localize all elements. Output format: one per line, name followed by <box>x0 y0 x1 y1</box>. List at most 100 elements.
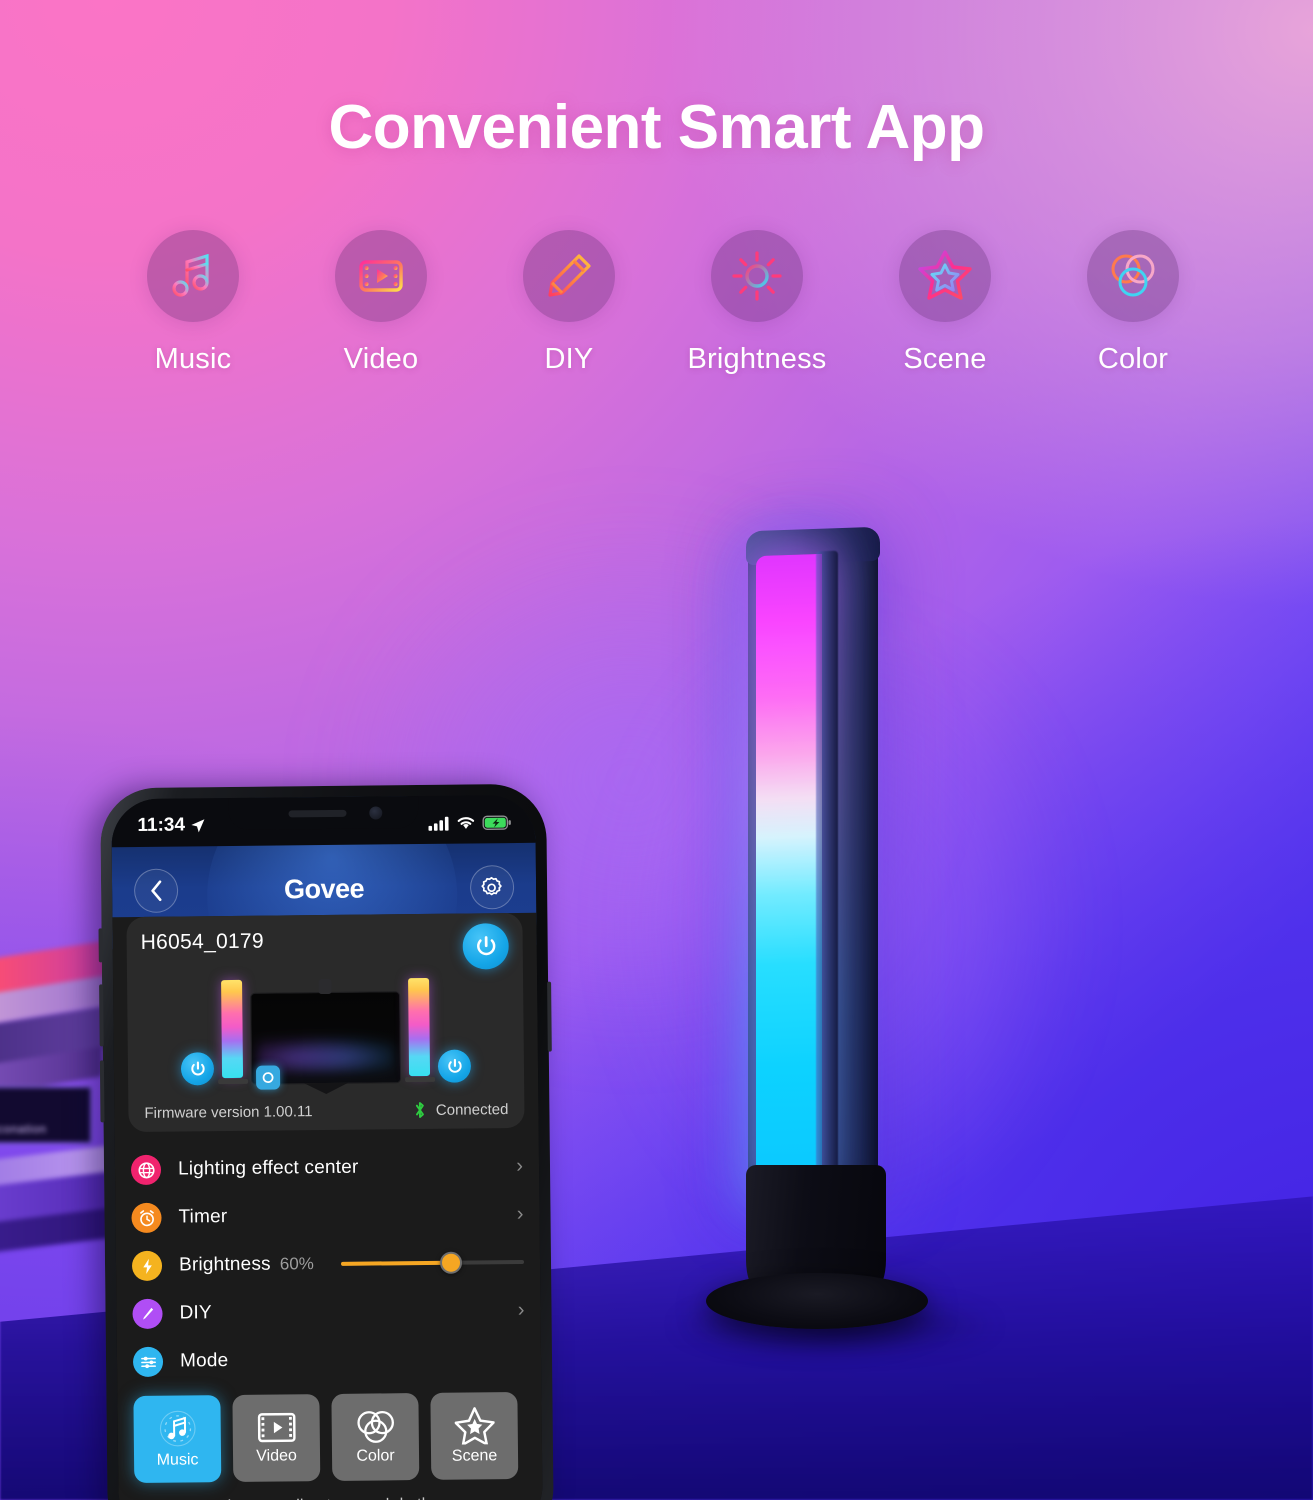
phone-screen: 11:34 Govee H6054_0179 Firmware version … <box>111 794 543 1500</box>
video-film-icon <box>359 260 403 292</box>
pen-icon <box>132 1298 163 1330</box>
scene-mode-icon <box>454 1407 495 1445</box>
mode-button-video[interactable]: Video <box>232 1394 321 1482</box>
mode-button-color[interactable]: Color <box>331 1393 420 1481</box>
feature-icon-badge <box>1087 230 1179 322</box>
feature-icon-badge <box>899 230 991 322</box>
brightness-slider[interactable] <box>341 1251 525 1274</box>
list-item-lighting-effect-center[interactable]: Lighting effect center › <box>130 1142 524 1194</box>
feature-scene[interactable]: Scene <box>860 230 1030 376</box>
brightness-value: 60% <box>279 1254 314 1274</box>
page-title: Convenient Smart App <box>328 93 986 162</box>
bolt-icon <box>131 1250 163 1282</box>
mode-button-label: Color <box>356 1447 395 1465</box>
slider-knob[interactable] <box>439 1251 462 1274</box>
list-item-brightness[interactable]: Brightness 60% <box>131 1238 525 1290</box>
feature-label: Music <box>154 343 232 375</box>
back-button[interactable] <box>133 868 179 914</box>
wifi-icon <box>457 816 475 829</box>
status-bar-time: 11:34 <box>137 814 186 836</box>
feature-label: DIY <box>544 343 594 375</box>
phone-power-button[interactable] <box>547 981 552 1052</box>
mode-button-label: Scene <box>451 1447 498 1465</box>
list-item-label: Brightness <box>178 1253 271 1276</box>
brightness-sun-icon <box>732 251 782 301</box>
camera-sensor-icon <box>262 1072 274 1084</box>
light-bar-glass <box>408 977 431 1077</box>
feature-label: Scene <box>903 343 987 375</box>
right-bar-power-button[interactable] <box>437 1049 472 1083</box>
phone-mute-switch[interactable] <box>98 928 103 963</box>
tv-illustration <box>250 978 402 1095</box>
mode-button-label: Music <box>156 1451 199 1469</box>
feature-color[interactable]: Color <box>1048 230 1218 376</box>
location-arrow-icon <box>190 818 204 832</box>
sliders-icon <box>132 1346 164 1378</box>
globe-icon <box>130 1154 162 1186</box>
device-visual-stage <box>141 957 510 1095</box>
settings-list: Lighting effect center › Timer › Brightn… <box>115 1142 541 1386</box>
light-bar-glass <box>221 979 244 1079</box>
mode-button-row: Music Video Color Scene <box>117 1382 542 1484</box>
feature-icon-badge <box>335 230 427 322</box>
alarm-glyph <box>139 1209 154 1226</box>
star-scene-icon <box>918 250 972 300</box>
feature-icon-badge <box>147 230 239 322</box>
tv-stand <box>304 1082 349 1095</box>
feature-diy[interactable]: DIY <box>484 230 654 376</box>
light-bar-diffuser <box>756 553 822 1197</box>
feature-label: Brightness <box>687 343 827 375</box>
mode-button-music[interactable]: Music <box>133 1395 222 1484</box>
chevron-right-icon: › <box>516 1154 524 1177</box>
status-bar-right <box>428 814 511 831</box>
feature-video[interactable]: Video <box>296 230 466 376</box>
color-mode-icon <box>356 1411 394 1443</box>
device-light-bar-right <box>404 977 435 1083</box>
pencil-icon <box>548 254 591 297</box>
shelf-item-text: econation <box>0 1122 47 1136</box>
bolt-glyph <box>142 1258 152 1274</box>
firmware-version: Firmware version 1.00.11 <box>144 1102 313 1122</box>
music-mode-icon <box>159 1410 196 1447</box>
left-bar-power-button[interactable] <box>180 1052 215 1086</box>
light-bar-foot <box>217 1078 248 1085</box>
chevron-left-icon <box>150 880 162 902</box>
list-item-label: Timer <box>178 1206 228 1228</box>
slider-fill <box>341 1260 451 1266</box>
battery-charging-icon <box>482 814 511 830</box>
govee-badge-icon[interactable] <box>255 1065 281 1090</box>
bluetooth-icon <box>416 1102 425 1118</box>
alarm-clock-icon <box>131 1202 162 1234</box>
device-light-bar-left <box>217 979 248 1085</box>
device-card: H6054_0179 Firmware version 1.00.11 Conn… <box>126 912 525 1133</box>
phone-mockup: 11:34 Govee H6054_0179 Firmware version … <box>98 783 554 1500</box>
feature-icon-badge <box>523 230 615 322</box>
list-item-diy[interactable]: DIY › <box>132 1286 525 1338</box>
tv-camera <box>318 978 332 995</box>
list-item-label: DIY <box>179 1302 212 1324</box>
phone-volume-down-button[interactable] <box>99 1060 105 1123</box>
feature-music[interactable]: Music <box>108 230 278 376</box>
pen-glyph <box>142 1307 153 1320</box>
light-bar-foot <box>404 1076 435 1083</box>
feature-brightness[interactable]: Brightness <box>672 230 842 376</box>
app-brand-title: Govee <box>283 873 365 904</box>
app-nav-bar: Govee <box>112 857 537 921</box>
list-item-label: Lighting effect center <box>177 1156 359 1180</box>
chevron-right-icon: › <box>517 1298 525 1321</box>
device-card-footer: Firmware version 1.00.11 Connected <box>144 1100 508 1122</box>
phone-volume-up-button[interactable] <box>99 984 104 1047</box>
settings-button[interactable] <box>469 865 515 910</box>
light-bar-spine <box>816 550 838 1192</box>
feature-icon-row: Music Video DIY Brightness Scene Color <box>108 230 1218 376</box>
connection-status-group: Connected <box>414 1100 509 1119</box>
power-icon <box>190 1061 205 1075</box>
music-note-icon <box>172 253 209 297</box>
list-item-mode[interactable]: Mode <box>132 1334 525 1386</box>
list-item-timer[interactable]: Timer › <box>131 1190 524 1242</box>
light-bar-product <box>520 485 1180 1365</box>
app-content: H6054_0179 Firmware version 1.00.11 Conn… <box>112 912 543 1500</box>
status-bar: 11:34 <box>111 795 535 845</box>
mode-button-scene[interactable]: Scene <box>430 1392 519 1480</box>
sliders-glyph <box>140 1356 156 1368</box>
